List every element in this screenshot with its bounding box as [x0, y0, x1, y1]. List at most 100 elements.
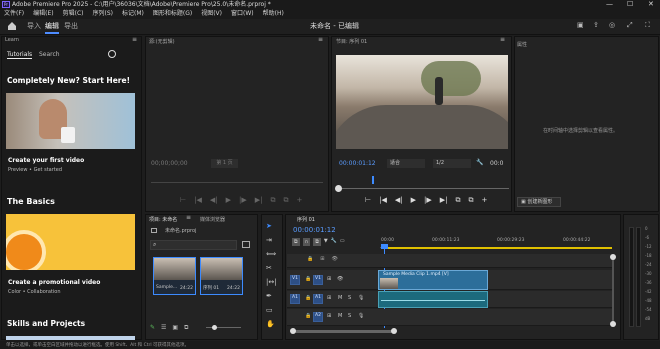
settings-wrench-icon[interactable]: 🔧 [476, 159, 483, 166]
menu-help[interactable]: 帮助(H) [263, 9, 284, 19]
go-out-icon[interactable]: ▶| [255, 196, 263, 205]
v1-eye-icon[interactable]: 👁 [337, 276, 343, 282]
a2-mute[interactable]: M [338, 313, 342, 319]
vertical-zoom-handle-top[interactable] [610, 254, 616, 260]
media-browser-tab[interactable]: 媒体浏览器 [200, 216, 225, 223]
razor-icon[interactable]: ✂ [266, 264, 277, 272]
project-menu-icon[interactable]: ≡ [186, 214, 191, 221]
menu-sequence[interactable]: 序列(S) [93, 9, 114, 19]
list-view-icon[interactable]: ☰ [161, 324, 166, 332]
captions-icon[interactable]: ▭ [340, 238, 345, 246]
menu-graphics[interactable]: 图形和标题(G) [153, 9, 192, 19]
project-item-sequence[interactable]: 序列 01 24:22 [200, 257, 243, 295]
lock-icon[interactable]: 🔒 [307, 256, 313, 262]
audio-clip[interactable] [378, 291, 488, 308]
pencil-icon[interactable]: ✎ [150, 324, 155, 332]
a1-track-label[interactable]: A1 [313, 294, 323, 304]
menu-view[interactable]: 视图(V) [201, 9, 222, 19]
video-clip[interactable]: Sample Media Clip 1.mp4 [V] [378, 270, 488, 290]
v1-track-label[interactable]: V1 [313, 275, 323, 285]
scroll-handle-right[interactable] [391, 328, 397, 334]
mark-in-icon[interactable]: ⊢ [365, 196, 371, 205]
add-marker-icon[interactable]: ▼ [324, 238, 328, 246]
go-out-icon[interactable]: ▶| [440, 196, 448, 205]
card1-title[interactable]: Create your first video [8, 157, 84, 164]
panel-menu-icon[interactable]: ≡ [132, 36, 137, 43]
a2-lock-icon[interactable]: 🔒 [305, 313, 311, 319]
program-playhead[interactable] [372, 176, 374, 184]
program-playhead-handle[interactable] [335, 185, 342, 192]
maximize-button[interactable]: ☐ [627, 0, 633, 9]
scroll-handle-left[interactable] [290, 328, 296, 334]
card2-title[interactable]: Create a promotional video [8, 279, 100, 286]
playhead-handle[interactable] [381, 244, 388, 249]
a1-source-patch[interactable]: A1 [290, 294, 300, 304]
hand-icon[interactable]: ✋ [266, 320, 277, 328]
tutorial-thumbnail-2[interactable] [6, 214, 135, 270]
new-graphic-button[interactable]: ▣ 创建新图形 [517, 197, 561, 207]
step-forward-icon[interactable]: |▶ [424, 196, 432, 205]
tab-edit[interactable]: 编辑 [45, 21, 59, 34]
zoom-slider-handle[interactable] [212, 325, 217, 330]
profile-icon[interactable] [108, 50, 116, 58]
v1-sync-icon[interactable]: ⊞ [327, 276, 331, 282]
play-icon[interactable]: ▶ [411, 196, 416, 205]
rectangle-icon[interactable]: ▭ [266, 306, 277, 314]
share-icon[interactable]: ⛶ [645, 21, 650, 30]
program-menu-icon[interactable]: ≡ [500, 36, 505, 43]
tab-tutorials[interactable]: Tutorials [7, 51, 33, 59]
menu-file[interactable]: 文件(F) [4, 9, 24, 19]
zoom-select[interactable]: 适合 [387, 159, 425, 168]
quick-export-icon[interactable]: ⇪ [593, 21, 599, 29]
a2-sync-icon[interactable]: ⊞ [327, 313, 331, 319]
a1-sync-icon[interactable]: ⊞ [327, 295, 331, 301]
a2-solo[interactable]: S [348, 313, 351, 319]
track-select-icon[interactable]: ⇥ [266, 236, 277, 244]
project-item-clip[interactable]: Sample... 24:22 [153, 257, 196, 295]
vertical-zoom-scroll[interactable] [612, 256, 614, 326]
a2-track-label[interactable]: A2 [313, 312, 323, 322]
extract-icon[interactable]: ⧉ [469, 196, 474, 205]
step-back-icon[interactable]: ◀| [395, 196, 403, 205]
add-button-icon[interactable]: + [297, 196, 303, 205]
source-menu-icon[interactable]: ≡ [318, 36, 323, 43]
v1-source-patch[interactable]: V1 [290, 275, 300, 285]
linked-selection-icon[interactable]: ⧉ [313, 238, 321, 246]
menu-window[interactable]: 窗口(W) [231, 9, 254, 19]
step-back-icon[interactable]: ◀| [210, 196, 218, 205]
a1-solo[interactable]: S [348, 295, 351, 301]
a1-mute[interactable]: M [338, 295, 342, 301]
a1-lock-icon[interactable]: 🔒 [305, 295, 311, 301]
project-tab[interactable]: 项目: 未命名 [149, 216, 177, 223]
insert-icon[interactable]: ⧉ [271, 196, 276, 205]
close-button[interactable]: ✕ [648, 0, 654, 9]
insert-sequence-icon[interactable]: ⧉ [292, 238, 300, 246]
add-button-icon[interactable]: + [482, 196, 488, 205]
timeline-scrollbar[interactable] [292, 330, 395, 333]
tutorial-thumbnail-1[interactable] [6, 93, 135, 149]
lift-icon[interactable]: ⧉ [456, 196, 461, 205]
sync-icon[interactable]: ⊞ [320, 256, 324, 262]
a2-mic-icon[interactable]: 🎙 [358, 313, 364, 319]
icon-view-icon[interactable]: ▣ [172, 324, 178, 332]
slip-icon[interactable]: |↔| [266, 278, 277, 286]
workspaces-icon[interactable]: ▣ [577, 21, 584, 29]
selection-tool-icon[interactable]: ➤ [266, 222, 277, 230]
home-icon[interactable] [7, 21, 17, 31]
snap-icon[interactable]: ∩ [302, 238, 311, 246]
search-input[interactable]: ⌕ [150, 240, 237, 250]
progress-icon[interactable]: ◎ [609, 21, 615, 29]
menu-marker[interactable]: 标记(M) [122, 9, 144, 19]
overwrite-icon[interactable]: ⧉ [284, 196, 289, 205]
ripple-edit-icon[interactable]: ⟺ [266, 250, 277, 258]
eye-icon[interactable]: 👁 [331, 256, 337, 262]
v1-lock-icon[interactable]: 🔒 [305, 276, 311, 282]
new-bin-icon[interactable] [242, 241, 250, 248]
tab-search[interactable]: Search [39, 51, 60, 58]
freeform-view-icon[interactable]: ⧉ [184, 324, 188, 332]
a1-mic-icon[interactable]: 🎙 [358, 295, 364, 301]
fullscreen-icon[interactable]: ⤢ [627, 21, 633, 30]
wrench-icon[interactable]: 🔧 [331, 238, 337, 246]
pen-icon[interactable]: ✒ [266, 292, 277, 300]
menu-edit[interactable]: 编辑(E) [33, 9, 53, 19]
